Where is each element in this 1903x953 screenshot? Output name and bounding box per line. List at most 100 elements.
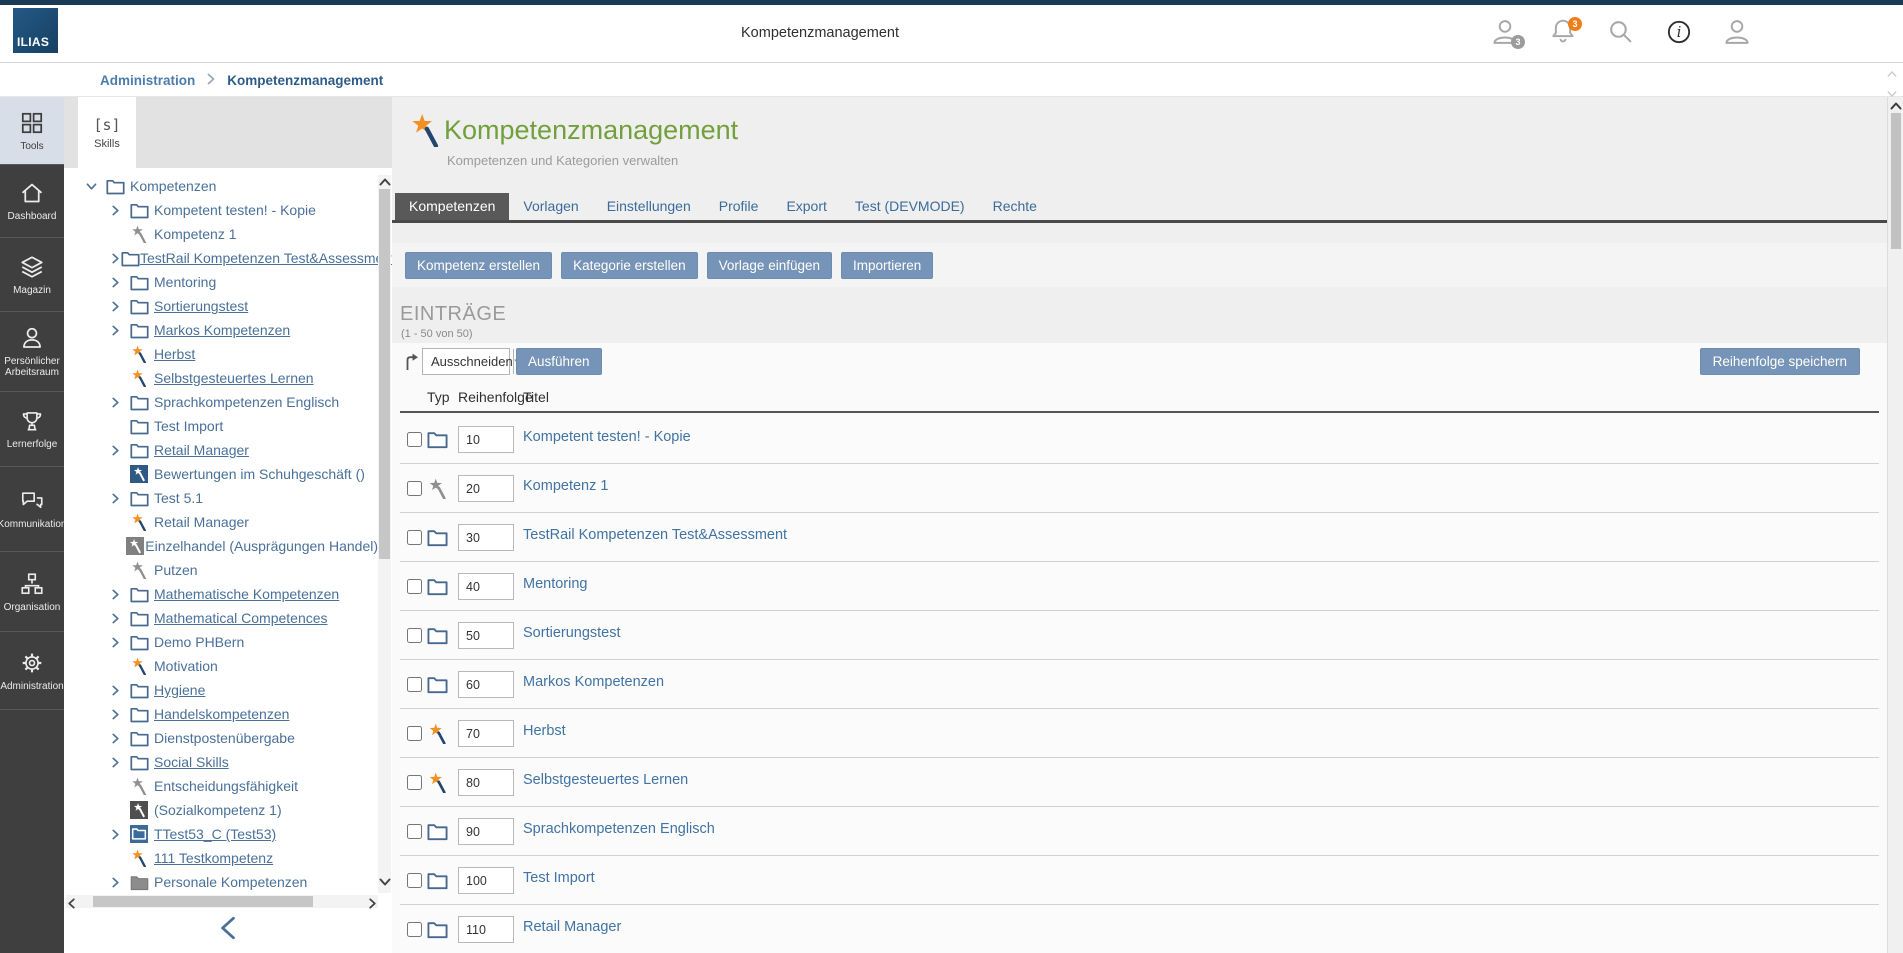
row-title-link[interactable]: Kompetent testen! - Kopie [523,429,691,445]
row-title-link[interactable]: Sortierungstest [523,625,621,641]
order-input[interactable] [458,867,514,894]
order-input[interactable] [458,818,514,845]
tree-item-demo-phbern[interactable]: Demo PHBern [64,630,378,654]
tree-item-kompetenzen[interactable]: Kompetenzen [64,174,378,198]
row-checkbox[interactable] [407,824,422,839]
tree-item-test-5-1[interactable]: Test 5.1 [64,486,378,510]
row-title-link[interactable]: Selbstgesteuertes Lernen [523,772,688,788]
sidebar-item-magazin[interactable]: Magazin [0,238,64,312]
chevron-down-icon[interactable] [86,181,106,192]
tree-vscroll-thumb[interactable] [379,189,390,559]
tree-item-herbst[interactable]: Herbst [64,342,378,366]
tab-test-devmode[interactable]: Test (DEVMODE) [841,193,979,220]
order-input[interactable] [458,622,514,649]
row-title-link[interactable]: Kompetenz 1 [523,478,608,494]
tree-item-111-testkompetenz[interactable]: 111 Testkompetenz [64,846,378,870]
tree-item-mentoring[interactable]: Mentoring [64,270,378,294]
row-title-link[interactable]: Markos Kompetenzen [523,674,664,690]
chevron-right-icon[interactable] [110,589,130,600]
tree-item-sortierungstest[interactable]: Sortierungstest [64,294,378,318]
order-input[interactable] [458,426,514,453]
tree-item-sozialkompetenz-1[interactable]: (Sozialkompetenz 1) [64,798,378,822]
tree-item-testrail-kompetenzen-test-assessment[interactable]: TestRail Kompetenzen Test&Assessment [64,246,378,270]
sidebar-item-kommunikation[interactable]: Kommunikation [0,467,64,552]
row-checkbox[interactable] [407,677,422,692]
row-title-link[interactable]: Sprachkompetenzen Englisch [523,821,715,837]
chevron-right-icon[interactable] [110,757,130,768]
order-input[interactable] [458,475,514,502]
main-vertical-scrollbar[interactable] [1887,97,1903,953]
breadcrumb-administration[interactable]: Administration [100,73,195,88]
tab-skills[interactable]: [s] Skills [78,97,136,168]
tree-item-selbstgesteuertes-lernen[interactable]: Selbstgesteuertes Lernen [64,366,378,390]
row-checkbox[interactable] [407,579,422,594]
order-input[interactable] [458,573,514,600]
kategorie-erstellen-button[interactable]: Kategorie erstellen [561,252,698,279]
tree-item-motivation[interactable]: Motivation [64,654,378,678]
row-title-link[interactable]: Herbst [523,723,566,739]
chevron-right-icon[interactable] [110,709,130,720]
chevron-right-icon[interactable] [110,733,130,744]
sidebar-item-pers-nlicher-arbeitsraum[interactable]: Persönlicher Arbeitsraum [0,312,64,392]
tree-item-dienstposten-bergabe[interactable]: Dienstpostenübergabe [64,726,378,750]
chevron-right-icon[interactable] [110,205,130,216]
tab-export[interactable]: Export [772,193,840,220]
row-checkbox[interactable] [407,922,422,937]
chevron-right-icon[interactable] [110,637,130,648]
row-checkbox[interactable] [407,481,422,496]
row-checkbox[interactable] [407,726,422,741]
importieren-button[interactable]: Importieren [841,252,933,279]
row-checkbox[interactable] [407,873,422,888]
tree-item-mathematische-kompetenzen[interactable]: Mathematische Kompetenzen [64,582,378,606]
tree-item-ttest53-c-test53[interactable]: TTest53_C (Test53) [64,822,378,846]
tree-item-putzen[interactable]: Putzen [64,558,378,582]
tree-item-mathematical-competences[interactable]: Mathematical Competences [64,606,378,630]
tab-einstellungen[interactable]: Einstellungen [593,193,705,220]
tab-rechte[interactable]: Rechte [979,193,1051,220]
scroll-down-icon[interactable] [379,875,391,893]
kompetenz-erstellen-button[interactable]: Kompetenz erstellen [405,252,552,279]
chevron-right-icon[interactable] [110,613,130,624]
chevron-right-icon[interactable] [110,253,121,264]
chevron-right-icon[interactable] [110,301,130,312]
tree-item-handelskompetenzen[interactable]: Handelskompetenzen [64,702,378,726]
tree-item-social-skills[interactable]: Social Skills [64,750,378,774]
tree-item-entscheidungsf-higkeit[interactable]: Entscheidungsfähigkeit [64,774,378,798]
chevron-right-icon[interactable] [110,493,130,504]
tree-item-markos-kompetenzen[interactable]: Markos Kompetenzen [64,318,378,342]
who-is-online-button[interactable]: 3 [1489,18,1521,50]
execute-button[interactable]: Ausführen [516,348,602,375]
tree-item-kompetenz-1[interactable]: Kompetenz 1 [64,222,378,246]
sidebar-item-dashboard[interactable]: Dashboard [0,165,64,238]
order-input[interactable] [458,769,514,796]
breadcrumb-current[interactable]: Kompetenzmanagement [227,73,383,88]
tree-vertical-scrollbar[interactable] [378,175,391,893]
tree-item-kompetent-testen-kopie[interactable]: Kompetent testen! - Kopie [64,198,378,222]
tree-item-personale-kompetenzen[interactable]: Personale Kompetenzen [64,870,378,894]
sidebar-item-lernerfolge[interactable]: Lernerfolge [0,392,64,467]
row-checkbox[interactable] [407,432,422,447]
row-title-link[interactable]: Mentoring [523,576,587,592]
chevron-right-icon[interactable] [110,877,130,888]
sidebar-item-organisation[interactable]: Organisation [0,552,64,632]
search-button[interactable] [1605,18,1637,50]
row-title-link[interactable]: TestRail Kompetenzen Test&Assessment [523,527,787,543]
tree-horizontal-scrollbar[interactable] [66,895,378,908]
tree-item-test-import[interactable]: Test Import [64,414,378,438]
order-input[interactable] [458,671,514,698]
vorlage-einf-gen-button[interactable]: Vorlage einfügen [707,252,832,279]
scroll-left-icon[interactable] [66,896,77,914]
tree-item-bewertungen-im-schuhgesch-ft[interactable]: Bewertungen im Schuhgeschäft () [64,462,378,486]
tree-item-hygiene[interactable]: Hygiene [64,678,378,702]
tree-item-retail-manager[interactable]: Retail Manager [64,510,378,534]
save-order-button[interactable]: Reihenfolge speichern [1700,348,1860,375]
tree-hscroll-thumb[interactable] [93,896,313,907]
chevron-right-icon[interactable] [110,829,130,840]
chevron-right-icon[interactable] [110,445,130,456]
collapse-tree-button[interactable] [64,915,392,946]
order-input[interactable] [458,524,514,551]
chevron-right-icon[interactable] [110,397,130,408]
row-checkbox[interactable] [407,775,422,790]
order-input[interactable] [458,916,514,943]
tab-vorlagen[interactable]: Vorlagen [509,193,592,220]
